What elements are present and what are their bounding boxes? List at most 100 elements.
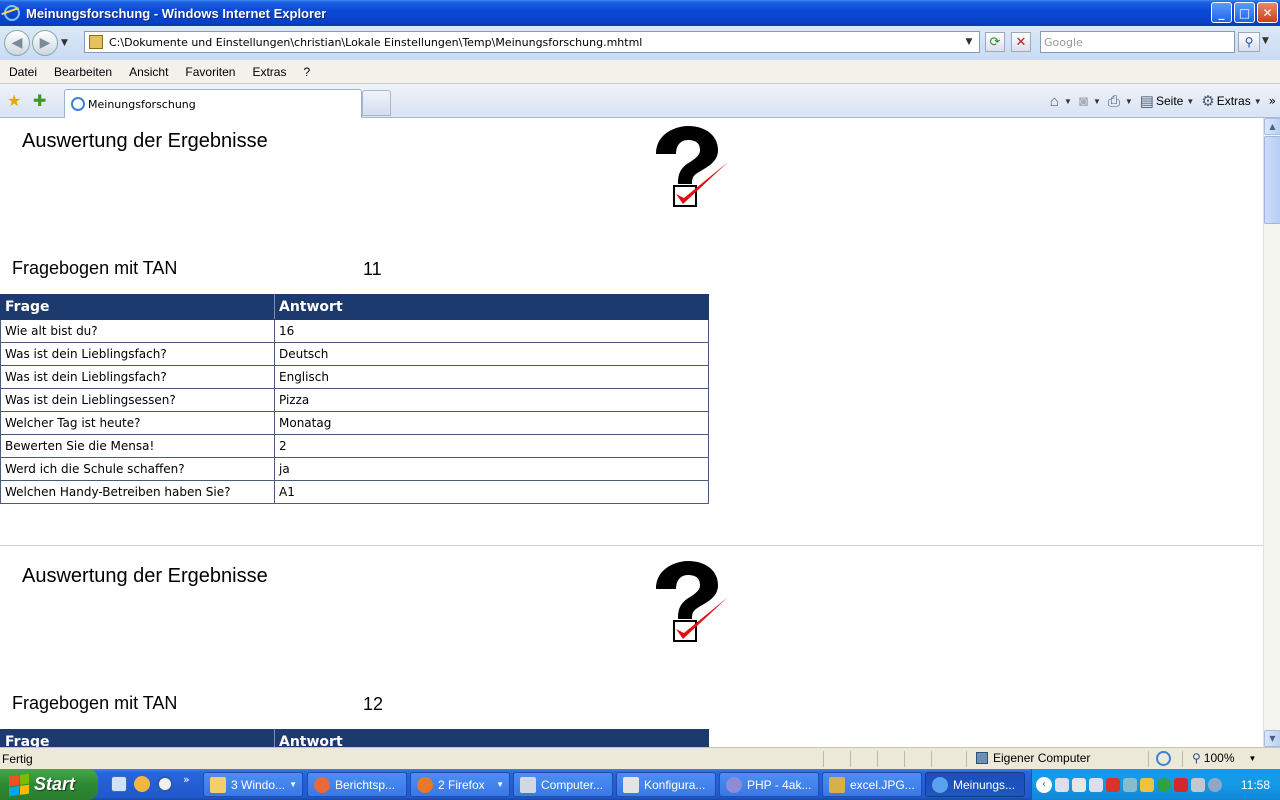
- refresh-button[interactable]: ⟳: [985, 32, 1005, 52]
- status-bar: Fertig Eigener Computer ⚲ 100% ▼: [0, 747, 1280, 769]
- task-meinungsforschung[interactable]: Meinungs...: [925, 772, 1025, 797]
- quicklaunch-ie-icon[interactable]: [111, 776, 127, 792]
- page-menu-button[interactable]: ▤ Seite ▼: [1140, 92, 1194, 110]
- section-heading: Auswertung der Ergebnisse: [22, 565, 268, 587]
- tan-value: 11: [363, 259, 382, 279]
- task-label: PHP - 4ak...: [747, 777, 812, 792]
- menu-bearbeiten[interactable]: Bearbeiten: [45, 65, 120, 79]
- column-header-antwort: Antwort: [274, 729, 709, 747]
- update-icon[interactable]: [1157, 777, 1171, 792]
- answer-cell: 16: [274, 319, 709, 343]
- quicklaunch-more-icon[interactable]: »: [183, 773, 190, 786]
- volume-icon[interactable]: [1072, 777, 1086, 792]
- forward-button[interactable]: ▶: [32, 30, 58, 56]
- tab-label: Meinungsforschung: [88, 97, 196, 111]
- scroll-down-button[interactable]: ▼: [1264, 730, 1280, 747]
- show-hidden-icons-button[interactable]: ‹: [1036, 776, 1052, 793]
- stop-button[interactable]: ✕: [1011, 32, 1031, 52]
- tan-label: Fragebogen mit TAN: [12, 258, 178, 278]
- favorites-star-icon[interactable]: ★: [7, 91, 21, 110]
- computer-icon: [976, 752, 988, 764]
- status-divider: [1148, 751, 1149, 767]
- new-tab-button[interactable]: [362, 90, 391, 116]
- address-url[interactable]: C:\Dokumente und Einstellungen\christian…: [109, 36, 642, 49]
- tools-menu-button[interactable]: ⚙ Extras ▼: [1201, 92, 1261, 110]
- minimize-button[interactable]: _: [1211, 2, 1232, 23]
- clock: 11:58: [1240, 777, 1270, 792]
- answers-table: Frage Antwort: [0, 729, 709, 747]
- status-divider: [1182, 751, 1183, 767]
- question-cell: Werd ich die Schule schaffen?: [0, 457, 275, 481]
- taskbar: Start » 3 Windo... ▼ Berichtsp... 2 Firef…: [0, 769, 1280, 800]
- address-field[interactable]: C:\Dokumente und Einstellungen\christian…: [84, 31, 980, 53]
- question-cell: Bewerten Sie die Mensa!: [0, 434, 275, 458]
- history-dropdown-icon[interactable]: ▼: [61, 38, 73, 48]
- vertical-scrollbar[interactable]: ▲ ▼: [1263, 118, 1280, 747]
- ie-page-icon: [71, 97, 85, 111]
- ie-logo-icon: [4, 5, 20, 21]
- menu-ansicht[interactable]: Ansicht: [120, 65, 176, 79]
- search-options-icon[interactable]: ▼: [1262, 36, 1269, 46]
- status-divider: [931, 751, 932, 767]
- wireless-icon[interactable]: [1208, 777, 1222, 792]
- zoom-control[interactable]: ⚲ 100% ▼: [1192, 751, 1256, 765]
- question-cell: Welchen Handy-Betreiben haben Sie?: [0, 480, 275, 504]
- task-php[interactable]: PHP - 4ak...: [719, 772, 819, 797]
- table-row: Bewerten Sie die Mensa! 2: [0, 434, 709, 458]
- menu-help[interactable]: ?: [294, 65, 318, 79]
- protected-mode-icon[interactable]: [1156, 751, 1171, 766]
- home-button[interactable]: ⌂ ▼: [1050, 93, 1072, 110]
- zone-label: Eigener Computer: [993, 751, 1091, 765]
- zoom-dropdown-icon[interactable]: ▼: [1249, 754, 1257, 763]
- printer-icon: ⎙: [1107, 92, 1120, 110]
- security-zone[interactable]: Eigener Computer: [976, 751, 1090, 765]
- task-konfiguration[interactable]: Konfigura...: [616, 772, 716, 797]
- back-button[interactable]: ◀: [4, 30, 30, 56]
- task-label: 3 Windo...: [231, 777, 286, 792]
- window-title: Meinungsforschung - Windows Internet Exp…: [26, 5, 327, 21]
- start-button[interactable]: Start: [0, 769, 98, 800]
- task-computer[interactable]: Computer...: [513, 772, 613, 797]
- quicklaunch-messenger-icon[interactable]: [134, 776, 150, 792]
- status-divider: [966, 751, 967, 767]
- scroll-thumb[interactable]: [1264, 136, 1280, 224]
- menu-datei[interactable]: Datei: [0, 65, 45, 79]
- tan-value: 12: [363, 694, 384, 714]
- network-icon[interactable]: [1055, 777, 1069, 792]
- answer-cell: Deutsch: [274, 342, 709, 366]
- menu-bar: Datei Bearbeiten Ansicht Favoriten Extra…: [0, 60, 1280, 84]
- feeds-button[interactable]: ◙ ▼: [1079, 93, 1101, 110]
- table-row: Welchen Handy-Betreiben haben Sie? A1: [0, 480, 709, 504]
- column-header-frage: Frage: [0, 294, 275, 320]
- firefox-icon: [417, 776, 433, 793]
- user-icon[interactable]: [1123, 777, 1137, 792]
- task-excel-jpg[interactable]: excel.JPG...: [822, 772, 922, 797]
- quicklaunch-media-icon[interactable]: [157, 776, 173, 792]
- antivirus-icon[interactable]: [1174, 777, 1188, 792]
- task-berichtsp[interactable]: Berichtsp...: [307, 772, 407, 797]
- maximize-button[interactable]: □: [1234, 2, 1255, 23]
- address-dropdown-icon[interactable]: ▼: [961, 34, 977, 50]
- task-firefox[interactable]: 2 Firefox ▼: [410, 772, 510, 797]
- scroll-up-button[interactable]: ▲: [1264, 118, 1280, 135]
- question-cell: Welcher Tag ist heute?: [0, 411, 275, 435]
- print-button[interactable]: ⎙ ▼: [1108, 93, 1133, 110]
- chevron-more-icon[interactable]: »: [1269, 94, 1276, 108]
- column-header-frage: Frage: [0, 729, 275, 747]
- zoom-icon: ⚲: [1192, 751, 1201, 765]
- close-button[interactable]: ✕: [1257, 2, 1278, 23]
- task-label: Meinungs...: [953, 777, 1016, 792]
- search-input[interactable]: Google: [1040, 31, 1235, 53]
- search-button[interactable]: ⚲: [1238, 32, 1260, 52]
- task-explorer[interactable]: 3 Windo... ▼: [203, 772, 303, 797]
- monitor-icon[interactable]: [1089, 777, 1103, 792]
- page-icon: ▤: [1139, 93, 1154, 110]
- printer-icon[interactable]: [1191, 777, 1205, 792]
- menu-favoriten[interactable]: Favoriten: [176, 65, 243, 79]
- ati-icon[interactable]: [1106, 777, 1120, 792]
- tab-meinungsforschung[interactable]: Meinungsforschung: [64, 89, 362, 118]
- messenger-icon[interactable]: [1140, 777, 1154, 792]
- menu-extras[interactable]: Extras: [243, 65, 294, 79]
- gear-icon: ⚙: [1201, 93, 1215, 110]
- add-favorite-icon[interactable]: ✚: [33, 91, 46, 110]
